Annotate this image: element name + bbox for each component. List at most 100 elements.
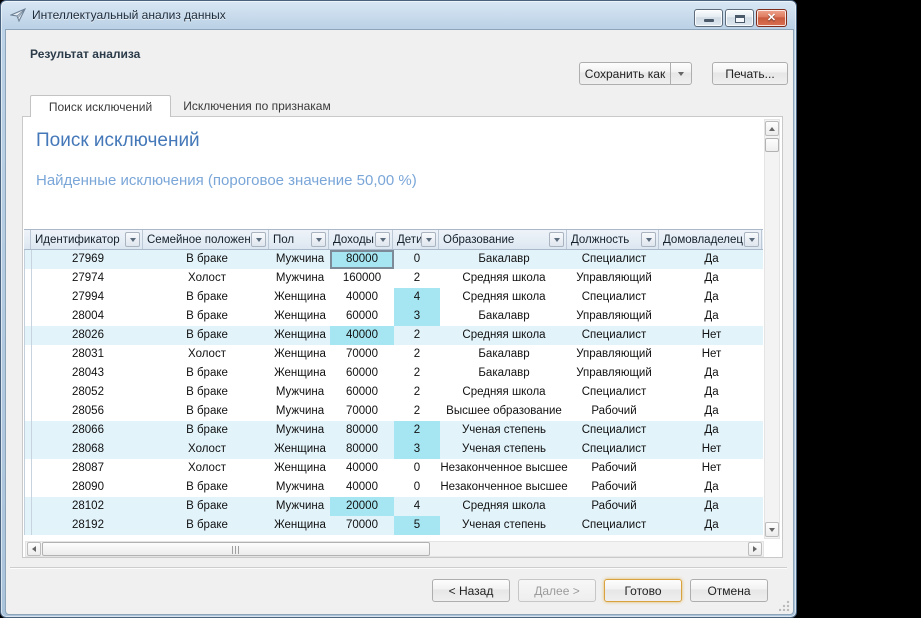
table-cell[interactable]: Да: [660, 516, 763, 535]
vertical-scroll-thumb[interactable]: [765, 138, 779, 152]
table-cell[interactable]: Мужчина: [270, 269, 330, 288]
table-cell[interactable]: В браке: [144, 288, 270, 307]
table-cell[interactable]: Средняя школа: [440, 383, 568, 402]
table-cell[interactable]: В браке: [144, 516, 270, 535]
table-cell[interactable]: Средняя школа: [440, 288, 568, 307]
table-cell[interactable]: Управляющий: [568, 269, 660, 288]
table-cell[interactable]: Специалист: [568, 440, 660, 459]
table-cell[interactable]: 4: [394, 497, 440, 516]
cancel-button[interactable]: Отмена: [690, 579, 768, 602]
table-cell[interactable]: В браке: [144, 402, 270, 421]
table-cell[interactable]: 40000: [330, 288, 394, 307]
table-cell[interactable]: 28068: [32, 440, 144, 459]
back-button[interactable]: < Назад: [432, 579, 510, 602]
filter-dropdown-button[interactable]: [375, 232, 390, 247]
table-cell[interactable]: Бакалавр: [440, 307, 568, 326]
table-cell[interactable]: В браке: [144, 307, 270, 326]
table-cell[interactable]: Да: [660, 478, 763, 497]
table-cell[interactable]: 27994: [32, 288, 144, 307]
table-cell[interactable]: 160000: [330, 269, 394, 288]
table-cell[interactable]: 80000: [330, 250, 394, 269]
table-cell[interactable]: Да: [660, 402, 763, 421]
table-cell[interactable]: Ученая степень: [440, 440, 568, 459]
table-cell[interactable]: 2: [394, 364, 440, 383]
table-cell[interactable]: Управляющий: [568, 345, 660, 364]
table-cell[interactable]: 5: [394, 516, 440, 535]
table-cell[interactable]: 28192: [32, 516, 144, 535]
resize-grip[interactable]: [779, 600, 790, 611]
table-cell[interactable]: Нет: [660, 326, 763, 345]
table-cell[interactable]: Ученая степень: [440, 421, 568, 440]
table-cell[interactable]: В браке: [144, 326, 270, 345]
table-cell[interactable]: Холост: [144, 345, 270, 364]
table-cell[interactable]: Средняя школа: [440, 269, 568, 288]
table-cell[interactable]: 3: [394, 440, 440, 459]
table-cell[interactable]: Средняя школа: [440, 497, 568, 516]
table-cell[interactable]: Мужчина: [270, 421, 330, 440]
table-cell[interactable]: 20000: [330, 497, 394, 516]
scroll-down-button[interactable]: [765, 522, 779, 537]
table-cell[interactable]: 28056: [32, 402, 144, 421]
table-cell[interactable]: Мужчина: [270, 402, 330, 421]
table-cell[interactable]: 70000: [330, 402, 394, 421]
table-cell[interactable]: 60000: [330, 383, 394, 402]
print-button[interactable]: Печать...: [712, 62, 788, 85]
table-cell[interactable]: Нет: [660, 345, 763, 364]
table-cell[interactable]: Мужчина: [270, 383, 330, 402]
table-cell[interactable]: 0: [394, 478, 440, 497]
table-cell[interactable]: 2: [394, 383, 440, 402]
table-cell[interactable]: Высшее образование: [440, 402, 568, 421]
table-cell[interactable]: Управляющий: [568, 307, 660, 326]
save-as-button[interactable]: Сохранить как: [579, 62, 670, 85]
table-cell[interactable]: Бакалавр: [440, 250, 568, 269]
table-cell[interactable]: Специалист: [568, 250, 660, 269]
filter-dropdown-button[interactable]: [311, 232, 326, 247]
close-button[interactable]: ✕: [756, 9, 787, 27]
table-cell[interactable]: 60000: [330, 307, 394, 326]
table-cell[interactable]: Специалист: [568, 383, 660, 402]
table-cell[interactable]: 4: [394, 288, 440, 307]
finish-button[interactable]: Готово: [604, 579, 682, 602]
scroll-left-button[interactable]: [27, 542, 41, 556]
table-cell[interactable]: 27969: [32, 250, 144, 269]
table-cell[interactable]: 28090: [32, 478, 144, 497]
table-cell[interactable]: Женщина: [270, 326, 330, 345]
table-cell[interactable]: В браке: [144, 383, 270, 402]
filter-dropdown-button[interactable]: [125, 232, 140, 247]
table-cell[interactable]: Да: [660, 307, 763, 326]
table-cell[interactable]: В браке: [144, 250, 270, 269]
table-cell[interactable]: 28004: [32, 307, 144, 326]
table-cell[interactable]: Да: [660, 497, 763, 516]
table-cell[interactable]: Холост: [144, 459, 270, 478]
table-cell[interactable]: 28102: [32, 497, 144, 516]
table-cell[interactable]: 2: [394, 421, 440, 440]
table-cell[interactable]: Да: [660, 250, 763, 269]
table-cell[interactable]: Незаконченное высшее: [440, 478, 568, 497]
table-cell[interactable]: Мужчина: [270, 250, 330, 269]
filter-dropdown-button[interactable]: [744, 232, 759, 247]
maximize-button[interactable]: [725, 9, 754, 27]
table-cell[interactable]: Средняя школа: [440, 326, 568, 345]
filter-dropdown-button[interactable]: [641, 232, 656, 247]
table-cell[interactable]: 28087: [32, 459, 144, 478]
table-cell[interactable]: 80000: [330, 440, 394, 459]
table-cell[interactable]: 70000: [330, 345, 394, 364]
table-cell[interactable]: Управляющий: [568, 364, 660, 383]
table-cell[interactable]: Незаконченное высшее: [440, 459, 568, 478]
table-cell[interactable]: Холост: [144, 440, 270, 459]
minimize-button[interactable]: [694, 9, 723, 27]
scroll-right-button[interactable]: [748, 542, 762, 556]
table-cell[interactable]: Специалист: [568, 516, 660, 535]
vertical-scrollbar[interactable]: [764, 119, 780, 539]
table-cell[interactable]: Женщина: [270, 345, 330, 364]
table-cell[interactable]: В браке: [144, 364, 270, 383]
save-as-dropdown-button[interactable]: [670, 62, 692, 85]
table-cell[interactable]: Специалист: [568, 288, 660, 307]
table-cell[interactable]: Да: [660, 383, 763, 402]
table-cell[interactable]: В браке: [144, 421, 270, 440]
table-cell[interactable]: 2: [394, 269, 440, 288]
table-cell[interactable]: 28052: [32, 383, 144, 402]
table-cell[interactable]: 70000: [330, 516, 394, 535]
table-cell[interactable]: Специалист: [568, 326, 660, 345]
table-cell[interactable]: Рабочий: [568, 459, 660, 478]
